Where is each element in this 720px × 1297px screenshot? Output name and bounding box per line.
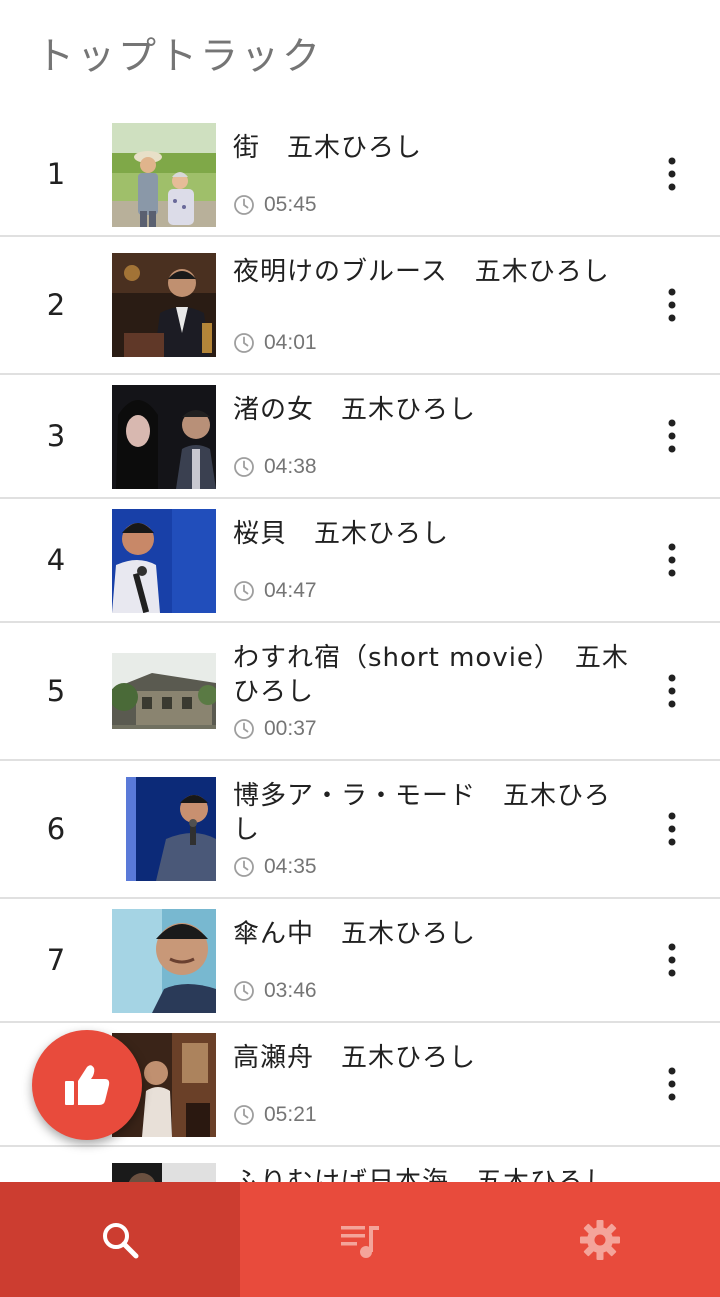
clock-icon xyxy=(234,981,254,1001)
list-item[interactable]: 1 街 五木ひろし 05:45 xyxy=(0,113,720,237)
track-thumbnail[interactable] xyxy=(112,123,216,227)
track-title: ふりむけば日本海 五木ひろし xyxy=(233,1167,612,1182)
track-title: 桜貝 五木ひろし xyxy=(233,519,450,549)
track-thumbnail[interactable] xyxy=(112,509,216,613)
track-rank: 4 xyxy=(46,543,66,577)
duration-text: 04:47 xyxy=(264,579,317,602)
more-vert-icon[interactable] xyxy=(660,809,684,849)
track-rank: 6 xyxy=(46,812,66,846)
playlist-icon xyxy=(341,1225,379,1258)
track-duration: 05:45 xyxy=(233,193,317,217)
track-title: 街 五木ひろし xyxy=(233,133,423,163)
more-vert-icon[interactable] xyxy=(660,671,684,711)
bottom-navigation xyxy=(0,1182,720,1297)
clock-icon xyxy=(234,1105,254,1125)
clock-icon xyxy=(234,333,254,353)
track-duration: 04:47 xyxy=(233,579,317,603)
list-item[interactable]: 4 桜貝 五木ひろし 04:47 xyxy=(0,499,720,623)
list-item[interactable]: 7 傘ん中 五木ひろし 03:46 xyxy=(0,899,720,1023)
like-fab-button[interactable] xyxy=(32,1030,142,1140)
thumbs-up-icon xyxy=(65,1065,110,1105)
track-rank: 1 xyxy=(46,157,66,191)
track-duration: 03:46 xyxy=(233,979,317,1003)
more-vert-icon[interactable] xyxy=(660,1064,684,1104)
duration-text: 04:38 xyxy=(264,455,317,478)
list-item[interactable]: 3 渚の女 五木ひろし 04:38 xyxy=(0,375,720,499)
track-title: 高瀬舟 五木ひろし xyxy=(233,1043,477,1073)
more-vert-icon[interactable] xyxy=(660,416,684,456)
track-rank: 2 xyxy=(46,288,66,322)
track-title: 渚の女 五木ひろし xyxy=(233,395,477,425)
track-title: 夜明けのブルース 五木ひろし xyxy=(233,257,610,287)
track-thumbnail[interactable] xyxy=(112,253,216,357)
track-thumbnail[interactable] xyxy=(112,385,216,489)
search-icon xyxy=(103,1222,139,1258)
track-title: 傘ん中 五木ひろし xyxy=(233,919,477,949)
duration-text: 04:35 xyxy=(264,855,317,878)
duration-text: 00:37 xyxy=(264,717,317,740)
duration-text: 05:45 xyxy=(264,193,317,216)
more-vert-icon[interactable] xyxy=(660,940,684,980)
track-title: わすれ宿（short movie） 五木ひろし xyxy=(233,643,629,707)
page-title: トップトラック xyxy=(36,34,324,78)
track-list[interactable]: 1 街 五木ひろし 05:45 2 夜明けのブルース 五木ひろし 04:01 3… xyxy=(0,113,720,1182)
clock-icon xyxy=(234,719,254,739)
track-thumbnail[interactable] xyxy=(112,777,216,881)
track-thumbnail[interactable] xyxy=(112,909,216,1013)
clock-icon xyxy=(234,857,254,877)
track-rank: 7 xyxy=(46,943,66,977)
more-vert-icon[interactable] xyxy=(660,154,684,194)
nav-settings[interactable] xyxy=(480,1182,720,1297)
duration-text: 04:01 xyxy=(264,331,317,354)
track-duration: 05:21 xyxy=(233,1103,317,1127)
track-duration: 00:37 xyxy=(233,717,317,741)
track-duration: 04:01 xyxy=(233,331,317,355)
track-rank: 5 xyxy=(46,674,66,708)
gear-icon xyxy=(580,1219,620,1260)
track-thumbnail[interactable] xyxy=(112,1163,216,1182)
list-item[interactable]: 9 ふりむけば日本海 五木ひろし xyxy=(0,1147,720,1182)
nav-search[interactable] xyxy=(0,1182,240,1297)
clock-icon xyxy=(234,195,254,215)
clock-icon xyxy=(234,457,254,477)
list-item[interactable]: 2 夜明けのブルース 五木ひろし 04:01 xyxy=(0,237,720,375)
list-item[interactable]: 5 わすれ宿（short movie） 五木ひろし 00:37 xyxy=(0,623,720,761)
list-item[interactable]: 6 博多ア・ラ・モード 五木ひろし 04:35 xyxy=(0,761,720,899)
more-vert-icon[interactable] xyxy=(660,540,684,580)
track-title: 博多ア・ラ・モード 五木ひろし xyxy=(233,781,612,845)
track-rank: 3 xyxy=(46,419,66,453)
more-vert-icon[interactable] xyxy=(660,285,684,325)
track-duration: 04:38 xyxy=(233,455,317,479)
duration-text: 05:21 xyxy=(264,1103,317,1126)
track-duration: 04:35 xyxy=(233,855,317,879)
clock-icon xyxy=(234,581,254,601)
track-thumbnail[interactable] xyxy=(112,639,216,743)
duration-text: 03:46 xyxy=(264,979,317,1002)
nav-playlist[interactable] xyxy=(240,1182,480,1297)
